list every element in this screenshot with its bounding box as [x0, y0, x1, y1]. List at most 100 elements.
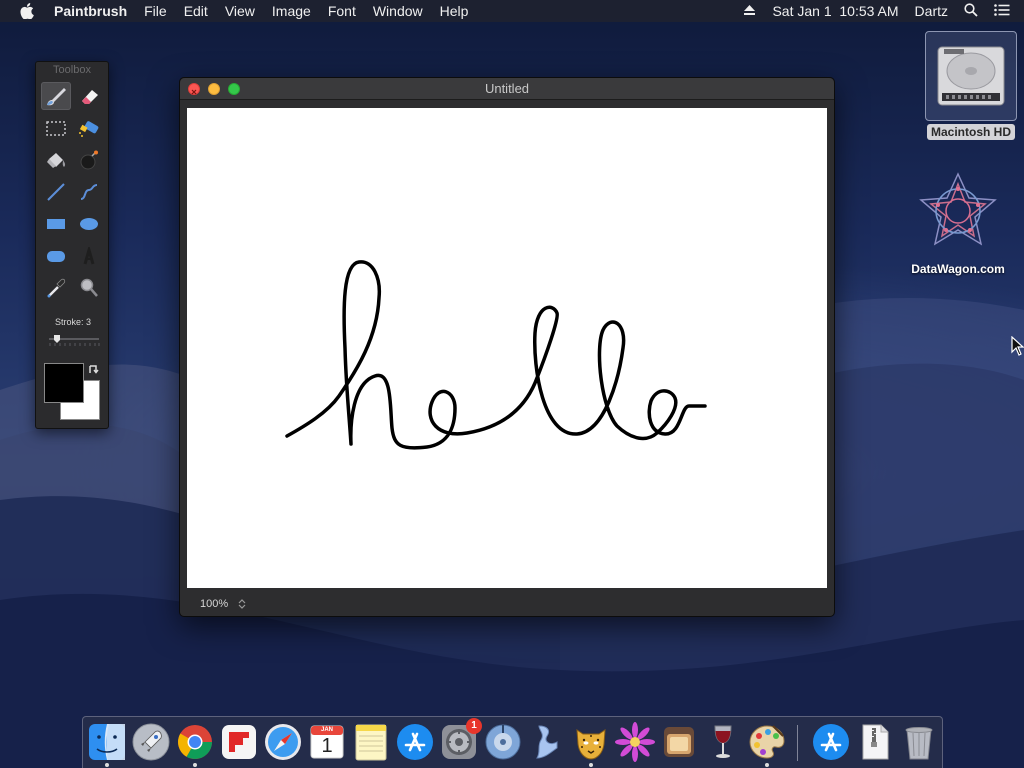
dock-item-disk-utility[interactable] [483, 722, 523, 762]
safari-compass-icon [265, 724, 301, 760]
desktop-icon-macintosh-hd[interactable]: Macintosh HD [922, 31, 1020, 141]
toast-icon [664, 727, 694, 757]
menu-edit[interactable]: Edit [184, 3, 208, 19]
eyedropper-tool[interactable] [41, 274, 71, 302]
script-scroll-icon [536, 725, 558, 759]
dock-item-trash[interactable] [899, 722, 939, 762]
spotlight-search-icon[interactable] [964, 2, 978, 20]
dock-item-flipboard[interactable] [219, 722, 259, 762]
flipboard-icon [222, 725, 256, 759]
dock-item-toast[interactable] [659, 722, 699, 762]
window-title: Untitled [484, 81, 530, 96]
app-store-icon [813, 724, 849, 760]
ellipse-tool[interactable] [74, 210, 104, 238]
bomb-tool[interactable] [74, 146, 104, 174]
trash-icon [905, 727, 933, 760]
line-tool[interactable] [41, 178, 71, 206]
window-titlebar[interactable]: Untitled [180, 78, 834, 100]
eraser-tool[interactable] [74, 82, 104, 110]
swap-colors-icon[interactable] [87, 363, 101, 377]
spray-can-icon [79, 121, 99, 137]
chrome-icon [178, 725, 212, 759]
running-indicator [765, 763, 769, 767]
text-tool[interactable] [74, 242, 104, 270]
hello-drawing [285, 260, 707, 450]
stroke-label: Stroke: 3 [54, 317, 92, 327]
menu-image[interactable]: Image [272, 3, 311, 19]
notification-badge: 1 [466, 718, 482, 734]
flower-icon [615, 722, 655, 762]
running-indicator [589, 763, 593, 767]
dock-item-app-store[interactable] [395, 722, 435, 762]
bomb-icon [80, 150, 98, 170]
paintbrush-tool[interactable] [41, 82, 71, 110]
drawing-canvas[interactable] [187, 108, 827, 588]
dock-item-app-store-folder[interactable] [811, 722, 851, 762]
selection-tool[interactable] [41, 114, 71, 142]
dock-item-chrome[interactable] [175, 722, 215, 762]
hard-drive-icon [925, 31, 1017, 121]
dock-item-calendar[interactable]: JAN 1 [307, 722, 347, 762]
calendar-day: 1 [321, 735, 333, 757]
menu-bar: Paintbrush File Edit View Image Font Win… [0, 0, 1024, 22]
dock-item-finder[interactable] [87, 722, 127, 762]
menu-font[interactable]: Font [328, 3, 356, 19]
document-window: Untitled 100% [179, 77, 835, 617]
dock-item-flower-app[interactable] [615, 722, 655, 762]
menubar-user[interactable]: Dartz [915, 3, 948, 19]
zoom-control[interactable]: 100% [200, 598, 246, 610]
menu-file[interactable]: File [144, 3, 167, 19]
ellipse-icon [80, 218, 98, 230]
rectangle-tool[interactable] [41, 210, 71, 238]
running-indicator [193, 763, 197, 767]
desktop-icon-datawagon[interactable]: DataWagon.com [900, 170, 1016, 276]
rounded-rectangle-tool[interactable] [41, 242, 71, 270]
menu-app-name[interactable]: Paintbrush [54, 3, 127, 19]
paintbrush-cheetah-icon [576, 729, 606, 760]
dock-separator [797, 725, 798, 761]
menubar-clock[interactable]: Sat Jan 1 10:53 AM [772, 3, 898, 19]
notes-icon [355, 724, 387, 761]
dock-item-system-preferences[interactable]: 1 [439, 718, 482, 762]
paint-palette-icon [749, 725, 785, 759]
paint-bucket-icon [47, 153, 66, 168]
dock-item-paintbrush[interactable] [571, 722, 611, 762]
window-footer: 100% [180, 594, 834, 616]
notification-center-icon[interactable] [994, 3, 1010, 19]
stroke-slider[interactable] [48, 334, 100, 346]
rounded-rectangle-icon [47, 251, 65, 262]
menu-help[interactable]: Help [440, 3, 469, 19]
magnifier-icon [80, 278, 98, 297]
paint-bucket-tool[interactable] [41, 146, 71, 174]
rectangle-icon [47, 219, 65, 229]
menu-window[interactable]: Window [373, 3, 423, 19]
apple-icon[interactable] [20, 0, 38, 22]
running-indicator [105, 763, 109, 767]
curve-tool[interactable] [74, 178, 104, 206]
desktop-icon-label: DataWagon.com [911, 262, 1005, 276]
calendar-month: JAN [320, 727, 333, 733]
zoom-stepper-icon[interactable] [238, 598, 246, 610]
dock: JAN 1 1 [82, 716, 943, 768]
marquee-selection-icon [46, 121, 66, 136]
desktop-icon-label: Macintosh HD [926, 124, 1015, 140]
eraser-icon [82, 90, 98, 104]
menu-view[interactable]: View [225, 3, 255, 19]
dock-item-launchpad[interactable] [131, 722, 171, 762]
curve-icon [80, 184, 98, 200]
dock-item-safari[interactable] [263, 722, 303, 762]
dock-item-archive-file[interactable] [855, 722, 895, 762]
dock-item-script-editor[interactable] [527, 722, 567, 762]
dock-item-palette-app[interactable] [747, 722, 787, 762]
zoom-tool[interactable] [74, 274, 104, 302]
zip-document-icon [862, 724, 889, 760]
foreground-color-well[interactable] [44, 363, 84, 403]
paintbrush-icon [47, 88, 66, 106]
dock-item-wine[interactable] [703, 722, 743, 762]
dock-item-notes[interactable] [351, 722, 391, 762]
toolbox-panel: Toolbox Stroke: 3 [35, 61, 109, 429]
toolbox-title: Toolbox [53, 64, 91, 76]
spray-can-tool[interactable] [74, 114, 104, 142]
eject-icon[interactable] [743, 3, 756, 19]
zoom-level: 100% [200, 598, 229, 610]
